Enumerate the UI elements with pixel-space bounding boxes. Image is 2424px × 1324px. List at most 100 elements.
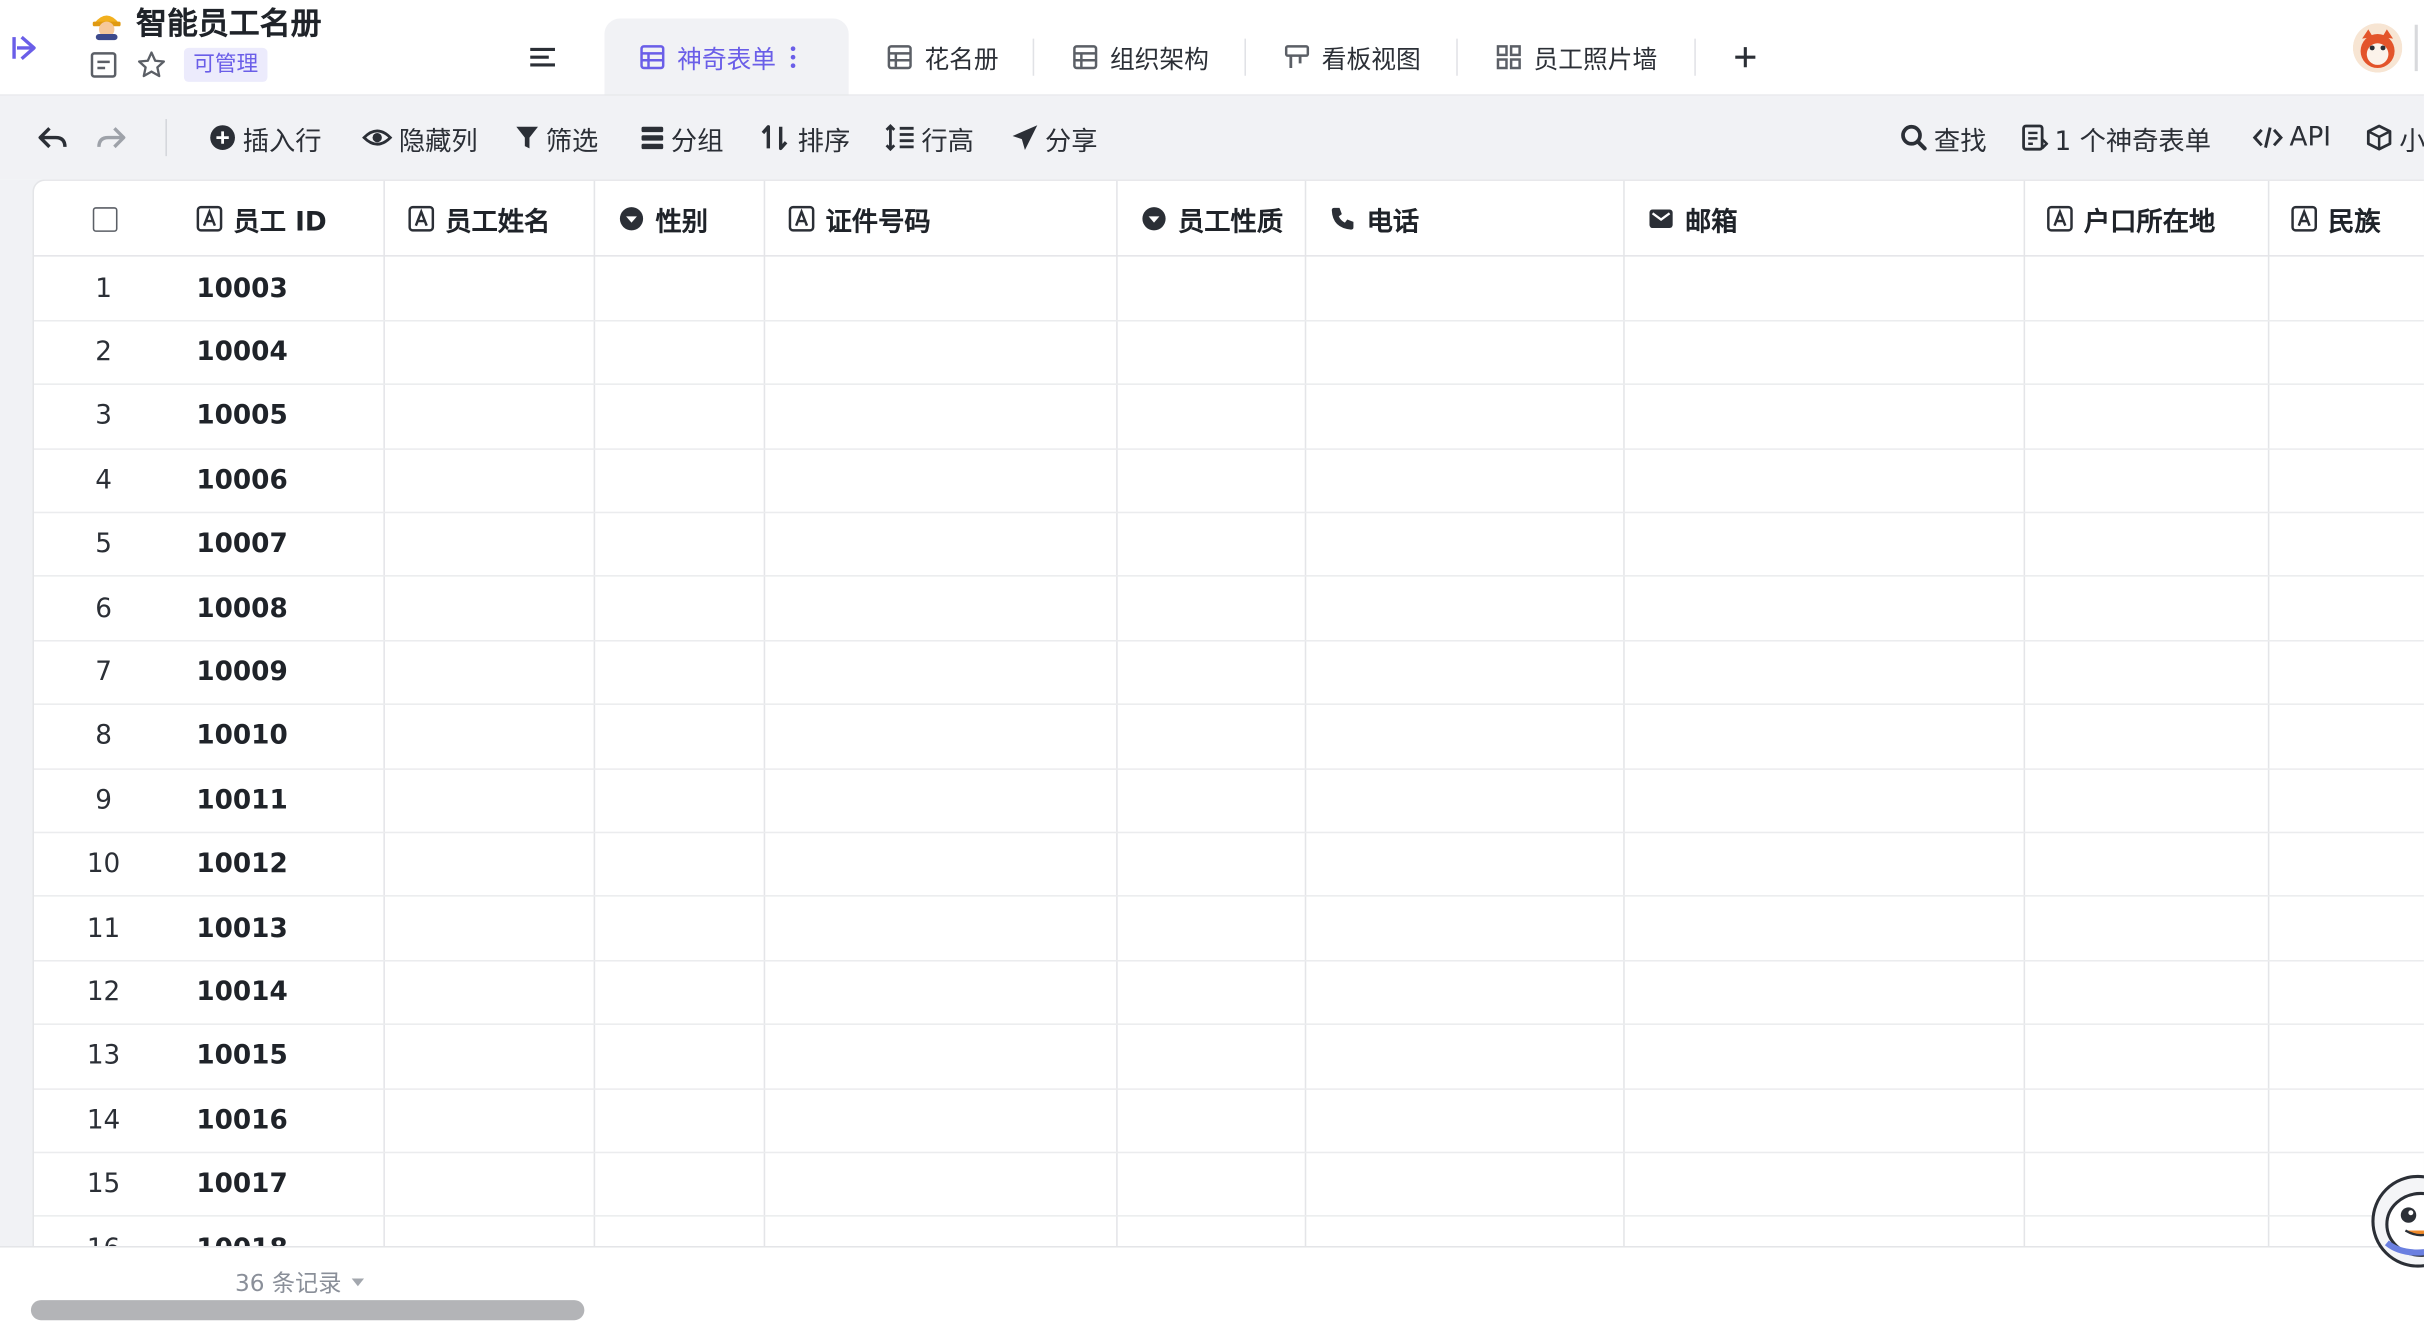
horizontal-scrollbar[interactable] [30,1300,585,1321]
employee-id-cell[interactable]: 10006 [196,449,287,512]
column-label: 民族 [2328,207,2381,239]
row-height-label: 行高 [921,125,974,157]
table-row[interactable]: 15 10017 [34,1153,2424,1218]
table-row[interactable]: 12 10014 [34,961,2424,1026]
toolbar-divider [165,119,167,157]
star-icon[interactable] [136,49,167,80]
filter-label: 筛选 [545,125,599,157]
column-header-gender[interactable]: 性别 [618,181,708,257]
select-all-checkbox[interactable] [92,207,118,232]
widget-button[interactable]: 小 [2365,119,2424,157]
table-row[interactable]: 3 10005 [34,385,2424,450]
employee-id-cell[interactable]: 10012 [196,833,287,896]
column-header-employee-name[interactable]: 员工姓名 [408,181,550,257]
employee-id-cell[interactable]: 10009 [196,641,287,704]
table-row[interactable]: 10 10012 [34,833,2424,898]
employee-id-cell[interactable]: 10005 [196,385,287,448]
row-number: 6 [95,592,112,624]
record-count[interactable]: 36 条记录 [235,1266,365,1298]
filter-button[interactable]: 筛选 [515,119,599,157]
employee-id-cell[interactable]: 10015 [196,1025,287,1088]
column-header-id-number[interactable]: 证件号码 [788,181,931,257]
column-label: 员工性质 [1177,207,1284,239]
insert-row-button[interactable]: 插入行 [209,119,322,157]
employee-id-cell[interactable]: 10008 [196,577,287,640]
text-field-icon [408,205,435,232]
table-row[interactable]: 11 10013 [34,897,2424,962]
text-field-icon [196,205,223,232]
table-row[interactable]: 2 10004 [34,321,2424,386]
tab-divider [1032,38,1035,76]
employee-id-cell[interactable]: 10016 [196,1089,287,1152]
sort-button[interactable]: 排序 [761,119,851,157]
share-button[interactable]: 分享 [1011,119,1098,157]
employee-id-cell[interactable]: 10018 [196,1217,287,1246]
tab-photo-wall[interactable]: 员工照片墙 [1495,19,1657,96]
column-header-residence[interactable]: 户口所在地 [2047,181,2215,257]
tab-org-structure[interactable]: 组织架构 [1071,19,1209,96]
table-row[interactable]: 16 10018 [34,1217,2424,1246]
table-row[interactable]: 8 10010 [34,705,2424,770]
column-label: 性别 [655,207,709,239]
redo-button[interactable] [96,119,133,156]
user-avatar[interactable] [2352,23,2403,73]
employee-id-cell[interactable]: 10011 [196,769,287,832]
table-row[interactable]: 5 10007 [34,513,2424,578]
tab-kanban[interactable]: 看板视图 [1283,19,1421,96]
table-row[interactable]: 9 10011 [34,769,2424,834]
column-header-employee-type[interactable]: 员工性质 [1141,181,1283,257]
column-header-email[interactable]: 邮箱 [1648,181,1738,257]
employee-id-cell[interactable]: 10013 [196,897,287,960]
group-button[interactable]: 分组 [640,119,723,157]
menu-lines-icon [530,47,555,67]
table-row[interactable]: 4 10006 [34,449,2424,514]
employee-id-cell[interactable]: 10014 [196,961,287,1024]
employee-id-cell[interactable]: 10004 [196,321,287,384]
row-number: 11 [86,912,121,944]
table-row[interactable]: 7 10009 [34,641,2424,706]
search-button[interactable]: 查找 [1900,119,1986,157]
row-height-button[interactable]: 行高 [884,119,974,157]
hide-column-label: 隐藏列 [398,125,478,157]
insert-row-label: 插入行 [242,125,322,157]
hide-column-button[interactable]: 隐藏列 [362,119,478,157]
row-number: 9 [95,784,112,816]
tab-roster[interactable]: 花名册 [886,19,999,96]
employee-id-cell[interactable]: 10017 [196,1153,287,1216]
magic-forms-button[interactable]: 1 个神奇表单 [2020,119,2211,157]
column-header-ethnicity[interactable]: 民族 [2291,181,2381,257]
single-select-icon [1142,207,1166,231]
employee-id-cell[interactable]: 10007 [196,513,287,576]
app-title: 智能员工名册 [136,4,322,42]
permission-badge: 可管理 [183,47,268,82]
table-row[interactable]: 13 10015 [34,1025,2424,1090]
api-label: API [2289,122,2332,154]
more-vertical-icon[interactable] [785,43,800,71]
employee-id-cell[interactable]: 10010 [196,705,287,768]
description-icon[interactable] [90,51,118,79]
api-button[interactable]: API [2252,119,2331,156]
send-icon [1012,125,1038,150]
table-row[interactable]: 1 10003 [34,257,2424,322]
column-header-phone[interactable]: 电话 [1329,181,1419,257]
gallery-icon [1496,45,1521,70]
table-row[interactable]: 14 10016 [34,1089,2424,1154]
sort-label: 排序 [797,125,851,157]
plus-icon [1735,47,1756,68]
undo-button[interactable] [37,119,74,156]
form-icon [2022,124,2049,151]
row-number: 5 [95,528,112,560]
record-count-label: 36 条记录 [234,1269,342,1298]
column-header-employee-id[interactable]: 员工 ID [196,181,327,257]
table-row[interactable]: 6 10008 [34,577,2424,642]
employee-id-cell[interactable]: 10003 [196,257,287,320]
sidebar-expand-button[interactable] [0,22,49,75]
row-number: 12 [86,976,121,1008]
add-view-button[interactable] [1727,37,1764,77]
search-icon [1901,124,1927,151]
row-number: 7 [95,656,112,688]
worker-emoji-icon [92,15,121,41]
view-list-toggle[interactable] [521,37,564,77]
text-field-icon [2047,205,2073,232]
tab-magic-form[interactable]: 神奇表单 [604,18,849,96]
